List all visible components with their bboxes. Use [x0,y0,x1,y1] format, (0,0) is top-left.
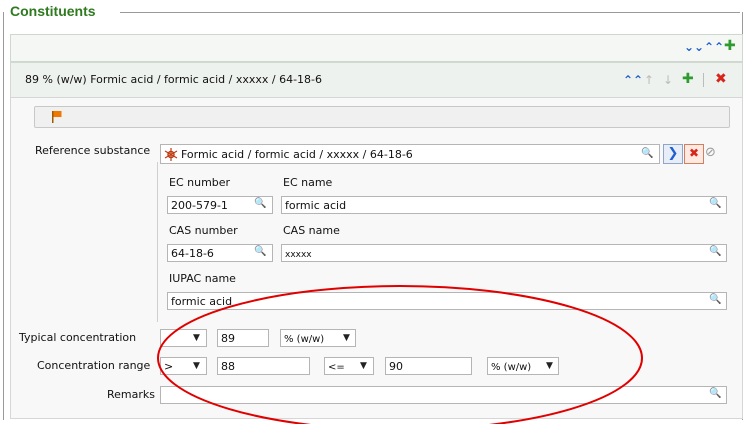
collapse-all-icon[interactable]: ⌃⌃ [704,41,724,53]
ec-number-field[interactable]: 200-579-1 🔍 [167,196,273,214]
delete-icon[interactable]: ✖ [715,72,727,86]
lower-value-field[interactable]: 88 [217,357,310,375]
typical-unit-select[interactable]: % (w/w) ▼ [280,329,356,347]
cas-number-field[interactable]: 64-18-6 🔍 [167,244,273,262]
move-down-icon[interactable]: ↓ [663,74,673,86]
reference-substance-label: Reference substance [35,144,151,157]
range-unit-select[interactable]: % (w/w) ▼ [487,357,559,375]
cas-number-label: CAS number [169,224,238,237]
typical-value: 89 [221,332,235,345]
section-title: Constituents [10,3,101,19]
iupac-name-label: IUPAC name [169,272,236,285]
chevron-down-icon: ▼ [193,361,200,371]
lower-qualifier-value: > [164,360,174,373]
cas-name-value: xxxxx [285,250,312,260]
chevron-down-icon: ▼ [546,361,553,371]
search-icon[interactable]: 🔍 [641,148,653,159]
upper-qualifier-value: <= [328,362,345,373]
upper-qualifier-select[interactable]: <= ▼ [324,357,374,375]
constituents-toolbar: ⌄⌄ ⌃⌃ ✚ [10,34,743,62]
typical-unit-value: % (w/w) [284,334,325,345]
link-icon[interactable]: ⊘ [705,145,716,160]
add-icon[interactable]: ✚ [724,39,736,53]
remove-reference-button[interactable]: ✖ [684,144,704,164]
toolbar-separator [703,73,704,87]
ec-number-label: EC number [169,176,231,189]
open-reference-button[interactable]: ❯ [663,144,683,164]
cas-name-label: CAS name [283,224,340,237]
concentration-range-label: Concentration range [37,359,151,372]
constituent-panel: Reference substance Formic acid / formic… [10,97,743,419]
search-icon[interactable]: 🔍 [709,388,721,399]
iupac-name-field[interactable]: formic acid 🔍 [167,292,727,310]
search-icon[interactable]: 🔍 [709,294,721,305]
ec-name-field[interactable]: formic acid 🔍 [281,196,727,214]
lower-value: 88 [221,360,235,373]
flag-icon [52,111,62,123]
lower-qualifier-select[interactable]: > ▼ [160,357,207,375]
ec-name-value: formic acid [285,199,347,212]
constituent-header: 89 % (w/w) Formic acid / formic acid / x… [10,62,743,98]
remarks-label: Remarks [107,388,155,401]
expand-all-icon[interactable]: ⌄⌄ [684,41,704,53]
move-up-icon[interactable]: ↑ [644,74,654,86]
flag-bar[interactable] [34,106,730,128]
chevron-down-icon: ▼ [193,333,200,343]
cas-number-value: 64-18-6 [171,247,214,260]
upper-value: 90 [389,360,403,373]
chevron-down-icon: ▼ [343,333,350,343]
reference-substance-field[interactable]: Formic acid / formic acid / xxxxx / 64-1… [160,144,660,164]
ec-name-label: EC name [283,176,333,189]
cas-name-field[interactable]: xxxxx 🔍 [281,244,727,262]
search-icon[interactable]: 🔍 [709,246,721,257]
search-icon[interactable]: 🔍 [254,198,266,209]
remarks-field[interactable]: 🔍 [160,386,727,404]
constituent-title: 89 % (w/w) Formic acid / formic acid / x… [25,73,323,86]
chevron-down-icon: ▼ [360,361,367,371]
ec-number-value: 200-579-1 [171,199,228,212]
typical-concentration-label: Typical concentration [19,331,137,344]
typical-value-field[interactable]: 89 [217,329,269,347]
add-icon[interactable]: ✚ [682,72,694,86]
search-icon[interactable]: 🔍 [709,198,721,209]
typical-qualifier-select[interactable]: ▼ [160,329,207,347]
collapse-icon[interactable]: ⌃⌃ [623,74,643,86]
search-icon[interactable]: 🔍 [254,246,266,257]
iupac-name-value: formic acid [171,295,233,308]
upper-value-field[interactable]: 90 [385,357,472,375]
range-unit-value: % (w/w) [491,362,532,373]
substance-icon [164,148,178,161]
reference-substance-value: Formic acid / formic acid / xxxxx / 64-1… [181,148,413,161]
